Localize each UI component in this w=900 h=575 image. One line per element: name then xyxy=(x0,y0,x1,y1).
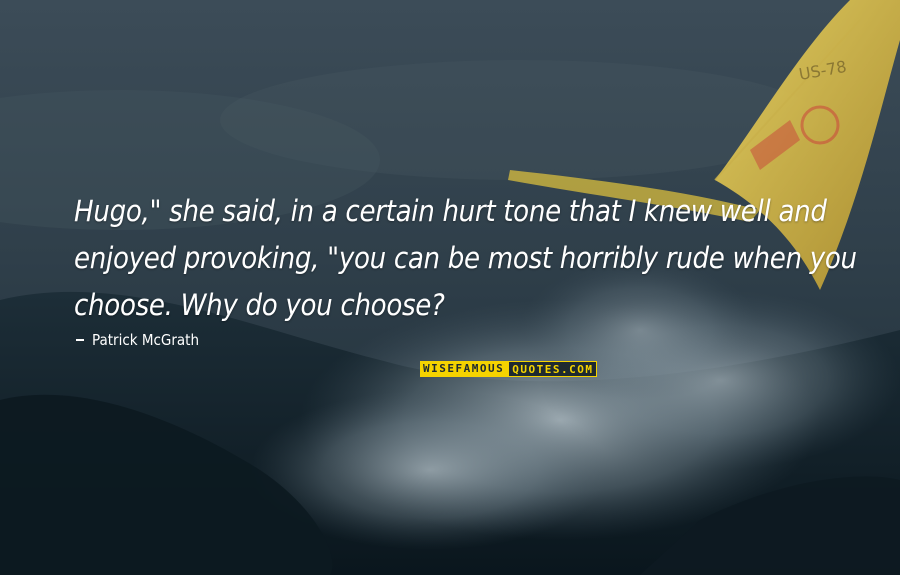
author-name: Patrick McGrath xyxy=(92,331,200,349)
author-dash xyxy=(76,339,84,341)
author-attribution: Patrick McGrath xyxy=(76,331,199,349)
site-watermark-logo: WISEFAMOUS QUOTES.COM xyxy=(420,361,598,377)
watermark-part-1: WISEFAMOUS xyxy=(420,361,509,377)
watermark-part-2: QUOTES.COM xyxy=(508,361,598,377)
quote-text: Hugo," she said, in a certain hurt tone … xyxy=(74,194,857,322)
